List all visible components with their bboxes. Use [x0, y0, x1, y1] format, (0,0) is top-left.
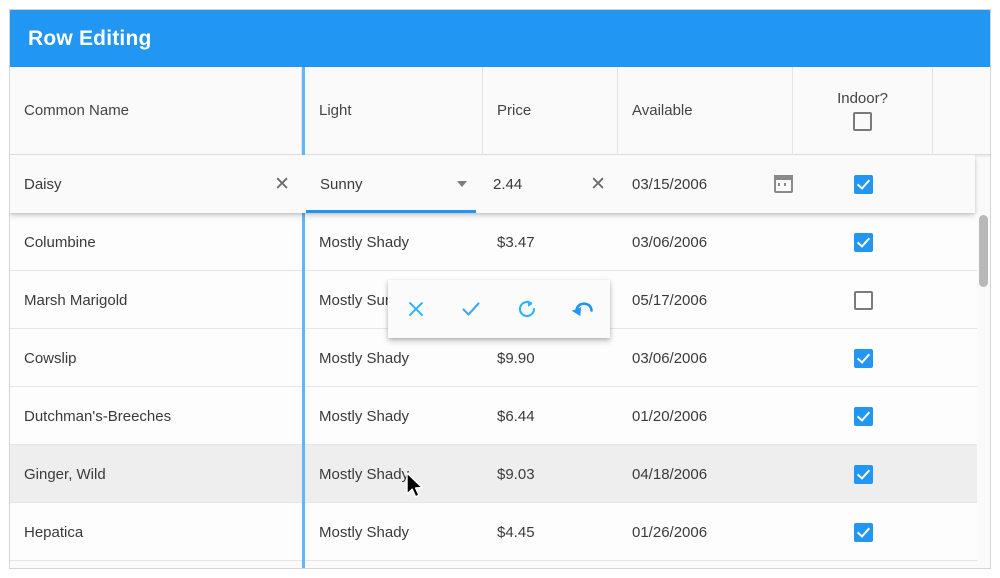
cell-common-name: Columbine: [24, 233, 96, 251]
vertical-scrollbar[interactable]: [977, 213, 990, 568]
clear-icon[interactable]: ✕: [590, 175, 606, 194]
focused-field-underline: [306, 210, 476, 213]
editor-field-price[interactable]: 2.44 ✕: [493, 155, 618, 213]
column-header-label: Available: [632, 101, 693, 119]
editor-value-price: 2.44: [493, 175, 523, 193]
cell-indoor: [793, 213, 933, 271]
row-editor[interactable]: Daisy ✕ Sunny 2.44 ✕ 03/15/2006: [10, 155, 975, 213]
cell-light: Mostly Shady: [319, 465, 410, 483]
indoor-checkbox[interactable]: [853, 522, 873, 542]
data-grid: Common Name Light Price Available Indoor…: [10, 67, 990, 568]
cell-light: Mostly Shady: [319, 523, 410, 541]
editor-field-common-name[interactable]: Daisy ✕: [10, 155, 302, 213]
column-header-label: Common Name: [24, 101, 130, 119]
column-header-price[interactable]: Price: [483, 67, 618, 155]
cell-price: $4.45: [497, 523, 535, 541]
cell-price: $3.47: [497, 233, 535, 251]
chevron-down-icon[interactable]: [457, 181, 467, 187]
cell-common-name: Hepatica: [24, 523, 84, 541]
indoor-checkbox[interactable]: [853, 290, 873, 310]
column-header-common-name[interactable]: Common Name: [10, 67, 302, 155]
indoor-checkbox[interactable]: [853, 174, 873, 194]
column-header-spacer: [933, 67, 990, 155]
cell-light: Mostly Shady: [319, 407, 410, 425]
confirm-check-icon[interactable]: [451, 289, 491, 329]
undo-icon[interactable]: [562, 289, 602, 329]
cell-common-name: Dutchman's-Breeches: [24, 407, 172, 425]
cell-indoor: [793, 503, 933, 561]
grid-header-row: Common Name Light Price Available Indoor…: [10, 67, 990, 155]
cell-light: Mostly Shady: [319, 233, 410, 251]
indoor-checkbox[interactable]: [853, 232, 873, 252]
column-header-label: Light: [319, 101, 352, 119]
title-bar: Row Editing: [10, 10, 990, 67]
editor-field-indoor[interactable]: [793, 155, 933, 213]
row-editor-action-toolbar: [388, 280, 610, 338]
scrollbar-thumb[interactable]: [979, 215, 988, 287]
cell-indoor: [793, 387, 933, 445]
column-header-available[interactable]: Available: [618, 67, 793, 155]
column-header-light[interactable]: Light: [305, 67, 483, 155]
editor-value-common-name: Daisy: [24, 175, 62, 193]
header-indoor-checkbox[interactable]: [853, 112, 872, 132]
editor-field-light[interactable]: Sunny: [306, 155, 481, 213]
column-header-indoor[interactable]: Indoor?: [793, 67, 933, 155]
indoor-checkbox[interactable]: [853, 348, 873, 368]
grid-body: Columbine Mostly Shady $3.47 03/06/2006 …: [10, 155, 990, 568]
cell-available: 01/20/2006: [632, 407, 708, 425]
indoor-checkbox[interactable]: [853, 406, 873, 426]
application-window: Row Editing Common Name Light Price Avai…: [9, 9, 991, 569]
cell-common-name: Marsh Marigold: [24, 291, 128, 309]
cell-common-name: Ginger, Wild: [24, 465, 106, 483]
cell-indoor: [793, 445, 933, 503]
indoor-checkbox[interactable]: [853, 464, 873, 484]
cell-indoor: [793, 329, 933, 387]
table-row[interactable]: Ginger, Wild Mostly Shady $9.03 04/18/20…: [10, 445, 990, 503]
clear-icon[interactable]: ✕: [274, 175, 290, 194]
cell-common-name: Cowslip: [24, 349, 77, 367]
page-title: Row Editing: [28, 26, 152, 50]
cancel-icon[interactable]: [396, 289, 436, 329]
frozen-column-divider: [302, 67, 305, 155]
calendar-icon[interactable]: [774, 175, 793, 193]
cell-available: 03/06/2006: [632, 233, 708, 251]
cell-price: $9.03: [497, 465, 535, 483]
table-row[interactable]: Dutchman's-Breeches Mostly Shady $6.44 0…: [10, 387, 990, 445]
table-row[interactable]: Columbine Mostly Shady $3.47 03/06/2006: [10, 213, 990, 271]
column-header-label: Price: [497, 101, 532, 119]
editor-value-available: 03/15/2006: [632, 175, 708, 193]
cell-available: 05/17/2006: [632, 291, 708, 309]
editor-field-available[interactable]: 03/15/2006: [632, 155, 793, 213]
cell-available: 01/26/2006: [632, 523, 708, 541]
mouse-cursor: [406, 472, 423, 498]
cell-available: 03/06/2006: [632, 349, 708, 367]
cell-indoor: [793, 271, 933, 329]
redo-icon[interactable]: [507, 289, 547, 329]
table-row[interactable]: Hepatica Mostly Shady $4.45 01/26/2006: [10, 503, 990, 561]
cell-available: 04/18/2006: [632, 465, 708, 483]
editor-value-light: Sunny: [320, 175, 363, 193]
frozen-column-divider-body: [302, 155, 305, 568]
column-header-label: Indoor?: [837, 89, 888, 107]
cell-price: $6.44: [497, 407, 535, 425]
